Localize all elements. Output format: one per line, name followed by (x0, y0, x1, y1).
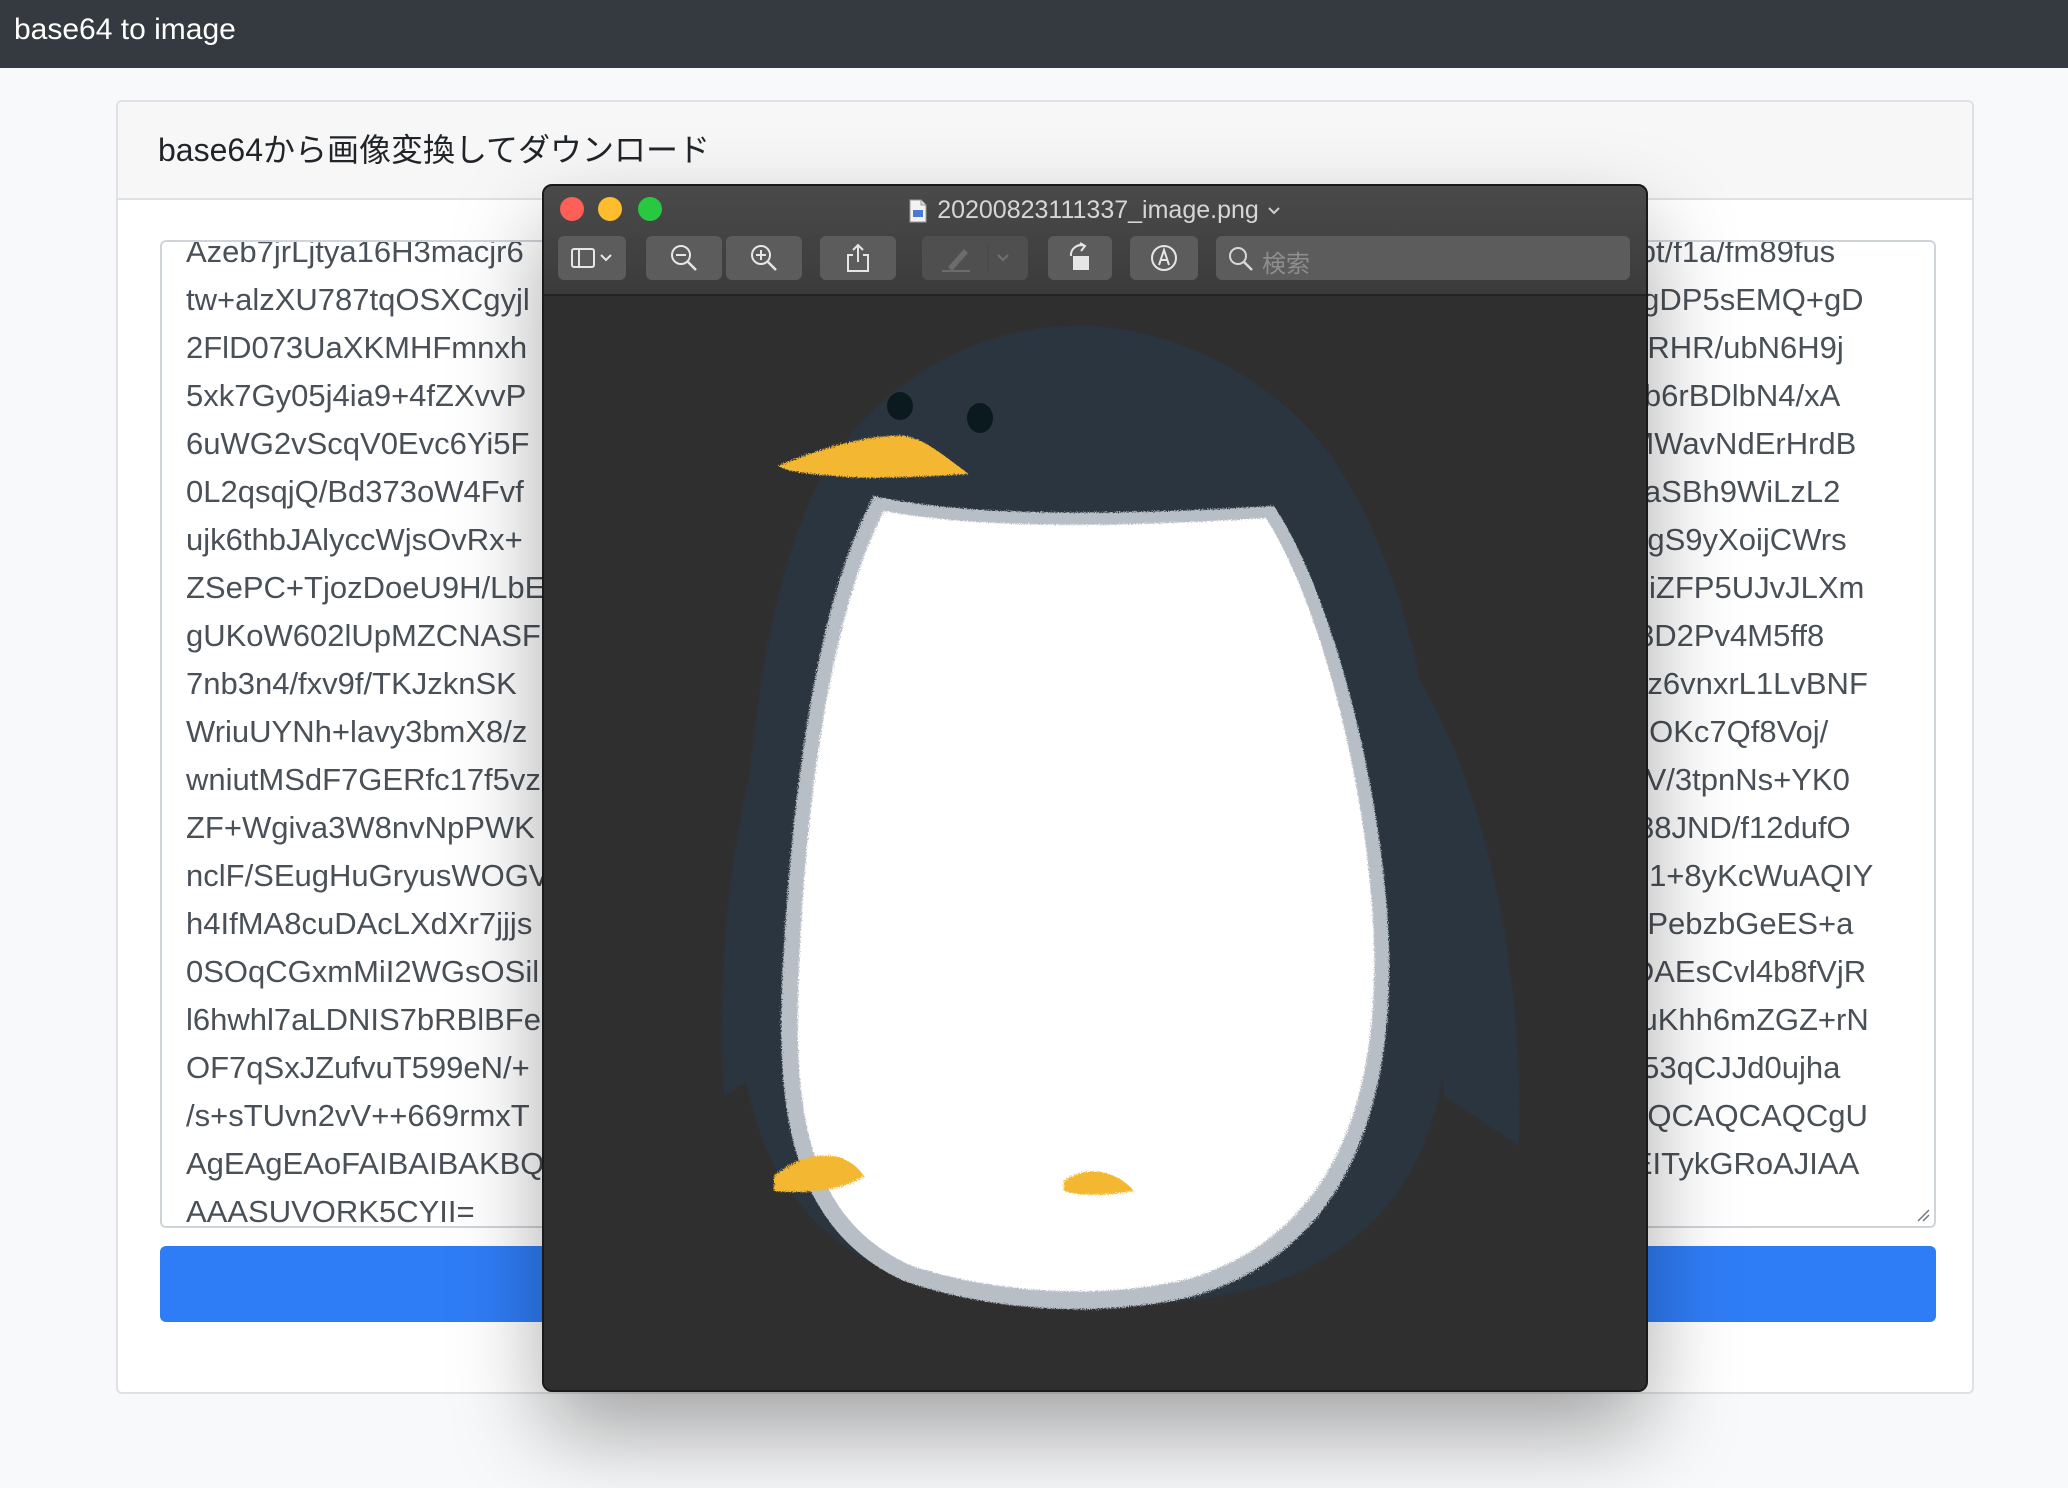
penguin-left-eye (887, 392, 913, 420)
zoom-in-button[interactable] (726, 236, 802, 280)
base64-text-line: ot2OKc7Qf8Voj/ (1606, 714, 1829, 749)
base64-text-line: J3bt/f1a/fm89fus (1606, 240, 1836, 269)
card-title: base64から画像変換してダウンロード (158, 132, 711, 168)
search-placeholder: 検索 (1262, 250, 1310, 278)
zoom-out-button[interactable] (646, 236, 722, 280)
search-icon (1229, 247, 1253, 271)
zoom-in-icon (751, 245, 777, 271)
base64-text-line: zz88JND/f12dufO (1606, 810, 1851, 845)
markup-pen-button[interactable] (922, 236, 1028, 280)
markup-annotate-icon (1151, 245, 1177, 271)
penguin-image[interactable] (544, 296, 1646, 1390)
chevron-down-icon[interactable] (1267, 206, 1281, 216)
penguin-right-eye (967, 403, 993, 433)
base64-text-line: J3fPebzbGeES+a (1606, 906, 1854, 941)
base64-text-line: ZOiZFP5UJvJLXm (1606, 570, 1865, 605)
base64-text-line: CMWavNdErHrdB (1606, 426, 1857, 461)
base64-text-line: 3m1+8yKcWuAQIY (1606, 858, 1874, 893)
base64-text-line: T353qCJJd0ujha (1606, 1050, 1841, 1085)
share-icon (847, 243, 869, 272)
base64-text-line: 51uKhh6mZGZ+rN (1606, 1002, 1869, 1037)
navbar: base64 to image (0, 0, 2068, 68)
base64-text-line (1606, 1188, 1906, 1226)
zoom-out-icon (671, 245, 697, 271)
base64-text-line: APRHR/ubN6H9j (1606, 330, 1844, 365)
markup-pen-icon (942, 245, 1009, 272)
base64-text-line: KBQCAQCAQCgU (1606, 1098, 1868, 1133)
base64-text-line: KPz6vnxrL1LvBNF (1606, 666, 1868, 701)
base64-text-line: VZV/3tpnNs+YK0 (1606, 762, 1850, 797)
sidebar-toggle-icon (571, 248, 612, 268)
window-filename: 20200823111337_image.png (937, 196, 1259, 224)
window-title[interactable]: 20200823111337_image.png (544, 194, 1646, 226)
rotate-button[interactable] (1048, 236, 1112, 280)
preview-window[interactable]: 20200823111337_image.png 検索 (542, 184, 1648, 1392)
base64-text-line: dFgDP5sEMQ+gD (1606, 282, 1864, 317)
base64-text-line: 3fEITykGRoAJIAA (1606, 1146, 1860, 1181)
share-button[interactable] (820, 236, 896, 280)
base64-text-line: cx8D2Pv4M5ff8 (1606, 618, 1825, 653)
png-file-icon (909, 199, 927, 223)
base64-text-line: quigS9yXoijCWrs (1606, 522, 1847, 557)
base64-text-line: MDAEsCvl4b8fVjR (1606, 954, 1867, 989)
image-canvas[interactable] (544, 296, 1646, 1390)
app-title[interactable]: base64 to image (14, 13, 236, 47)
annotate-button[interactable] (1130, 236, 1198, 280)
rotate-left-icon (1069, 242, 1089, 270)
base64-text-line: X3b6rBDlbN4/xA (1606, 378, 1841, 413)
resize-grip-icon[interactable] (1914, 1206, 1930, 1222)
preview-titlebar[interactable]: 20200823111337_image.png 検索 (544, 186, 1646, 296)
base64-text-line: E9aSBh9WiLzL2 (1606, 474, 1841, 509)
sidebar-toggle-button[interactable] (558, 236, 626, 280)
search-field[interactable]: 検索 (1216, 236, 1630, 280)
